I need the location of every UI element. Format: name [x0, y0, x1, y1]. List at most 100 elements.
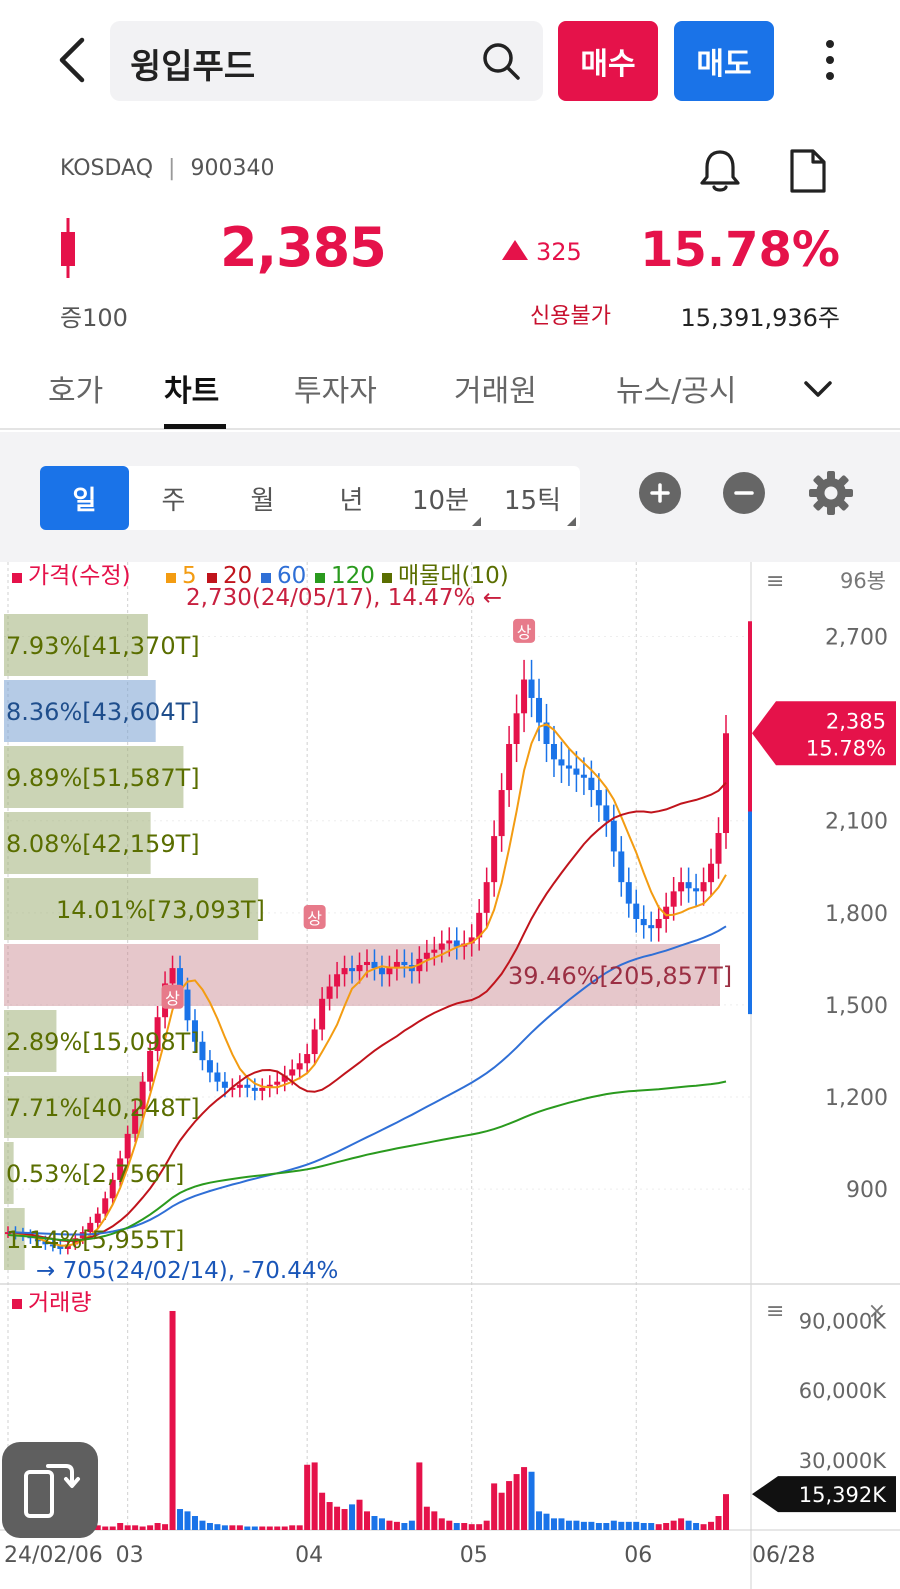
chevron-down-icon[interactable]	[800, 374, 836, 404]
zoom-out-button[interactable]	[723, 472, 765, 514]
candle-body	[573, 768, 580, 775]
y-tick-label: 1,800	[825, 902, 888, 927]
volume-bar	[341, 1509, 348, 1530]
volume-profile-label: 39.46%[205,857T]	[508, 962, 732, 990]
candle-body	[640, 918, 647, 926]
legend-swatch	[12, 573, 22, 583]
candle-body	[438, 943, 445, 950]
volume-bar	[603, 1523, 610, 1530]
candle-body	[259, 1087, 266, 1091]
listed-shares: 15,391,936주	[680, 304, 841, 332]
stock-code: 900340	[190, 156, 275, 181]
buy-button[interactable]: 매수	[558, 21, 658, 101]
candle-body	[304, 1054, 311, 1064]
volume-bar	[670, 1520, 677, 1530]
volume-tick-label: 90,000K	[799, 1309, 887, 1333]
search-icon[interactable]	[479, 39, 523, 83]
candle-body	[700, 882, 707, 892]
rotate-screen-icon	[24, 1464, 80, 1518]
period-year[interactable]: 년	[307, 466, 396, 530]
volume-bar	[453, 1523, 460, 1530]
tab-chart[interactable]: 차트	[164, 366, 219, 410]
candle-body	[296, 1063, 303, 1070]
y-tick-label: 1,500	[825, 994, 888, 1019]
candle-body	[498, 790, 505, 837]
volume-bar	[296, 1525, 303, 1530]
period-month[interactable]: 월	[218, 466, 307, 530]
volume-bar	[693, 1523, 700, 1530]
volume-bar	[625, 1521, 632, 1530]
stock-search-box[interactable]: 윙입푸드	[110, 21, 543, 101]
document-icon[interactable]	[788, 148, 828, 194]
minus-icon	[734, 491, 754, 495]
candle-body	[289, 1069, 296, 1076]
volume-bar	[206, 1523, 213, 1530]
bell-icon[interactable]	[698, 148, 742, 194]
tab-broker[interactable]: 거래원	[454, 366, 537, 410]
x-tick-label: 05	[460, 1543, 488, 1568]
volume-bar	[491, 1483, 498, 1530]
hamburger-icon: ≡	[766, 569, 784, 594]
dropdown-corner-icon	[567, 517, 576, 526]
volume-bar	[700, 1524, 707, 1530]
candle-body	[603, 805, 610, 821]
tab-investor[interactable]: 투자자	[294, 366, 377, 410]
volume-bar	[663, 1523, 670, 1530]
hamburger-icon: ≡	[766, 1299, 784, 1324]
upper-limit-badge: 상	[165, 989, 180, 1008]
volume-bar	[169, 1310, 176, 1530]
zoom-in-button[interactable]	[639, 472, 681, 514]
x-tick-label: 24/02/06	[4, 1543, 103, 1568]
candle-body	[558, 759, 565, 766]
volume-bar	[408, 1520, 415, 1530]
x-tick-label: 04	[295, 1543, 323, 1568]
more-menu-button[interactable]	[810, 34, 850, 86]
candle-body	[580, 774, 587, 778]
period-day[interactable]: 일	[40, 466, 129, 530]
margin-rate: 증100	[60, 304, 128, 332]
volume-bar	[513, 1474, 520, 1530]
separator: |	[168, 156, 176, 181]
period-year-label: 년	[339, 485, 364, 516]
chevron-left-icon	[59, 37, 85, 83]
volume-bar	[199, 1520, 206, 1530]
period-tick[interactable]: 15틱	[485, 466, 580, 530]
volume-bar	[580, 1521, 587, 1530]
volume-bar	[393, 1521, 400, 1530]
volume-bar	[281, 1526, 288, 1530]
volume-bar	[633, 1521, 640, 1530]
volume-bar	[521, 1467, 528, 1530]
x-tick-label: 06/28	[752, 1543, 815, 1568]
tab-orderbook[interactable]: 호가	[48, 366, 103, 410]
volume-bar	[311, 1462, 318, 1530]
volume-bar	[132, 1525, 139, 1530]
change-percent: 15.78%	[640, 222, 840, 278]
mini-candle-icon	[61, 218, 75, 278]
volume-bar	[446, 1520, 453, 1530]
candle-body	[491, 836, 498, 883]
candle-body	[274, 1081, 281, 1085]
candle-body	[610, 820, 617, 852]
candle-body	[618, 851, 625, 883]
candle-body	[431, 949, 438, 953]
volume-tick-label: 60,000K	[799, 1379, 887, 1403]
candle-body	[244, 1084, 251, 1088]
sell-button[interactable]: 매도	[674, 21, 774, 101]
gear-icon[interactable]	[808, 470, 854, 516]
volume-bar	[304, 1464, 311, 1530]
volume-bar	[558, 1518, 565, 1530]
candle-body	[94, 1213, 101, 1223]
tab-news[interactable]: 뉴스/공시	[616, 366, 737, 410]
period-week[interactable]: 주	[129, 466, 218, 530]
rotate-screen-button[interactable]	[2, 1442, 98, 1538]
volume-bar	[708, 1521, 715, 1530]
candle-body	[715, 833, 722, 864]
volume-bar	[610, 1520, 617, 1530]
volume-bar	[102, 1526, 109, 1530]
period-week-label: 주	[161, 485, 186, 516]
back-button[interactable]	[48, 34, 96, 86]
volume-profile-label: 14.01%[73,093T]	[56, 896, 265, 924]
period-minute[interactable]: 10분	[396, 466, 485, 530]
stock-chart[interactable]: 7.93%[41,370T] 8.36%[43,604T] 9.89%[51,587…	[0, 562, 900, 1589]
candle-body	[364, 961, 370, 966]
